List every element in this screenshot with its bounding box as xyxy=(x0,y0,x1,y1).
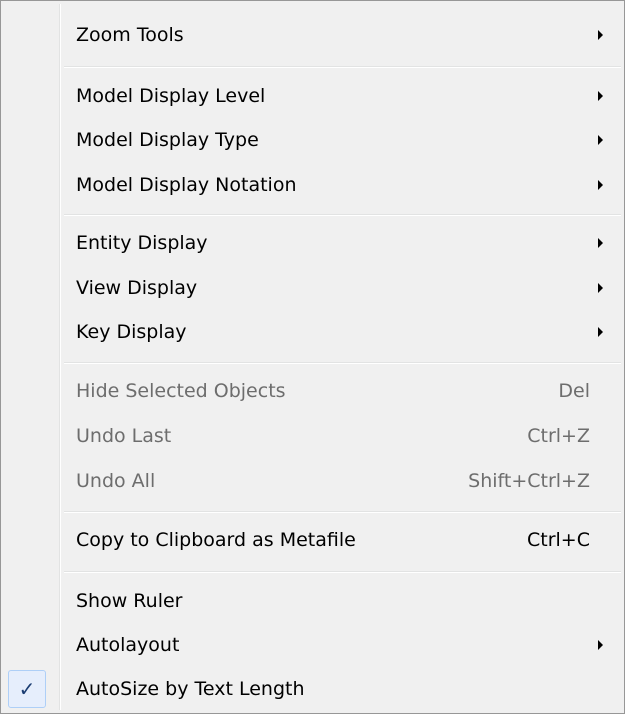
menu-separator xyxy=(64,571,621,573)
context-menu: Zoom Tools Model Display Level Model Dis… xyxy=(0,0,625,714)
menu-separator xyxy=(64,511,621,513)
menu-separator xyxy=(64,214,621,216)
menu-item-label: Undo All xyxy=(76,470,156,492)
submenu-arrow-icon xyxy=(598,180,603,190)
menu-item-model-display-level[interactable]: Model Display Level xyxy=(4,74,621,118)
submenu-arrow-icon xyxy=(598,30,603,40)
menu-item-view-display[interactable]: View Display xyxy=(4,266,621,310)
submenu-arrow-icon xyxy=(598,283,603,293)
menu-separator xyxy=(64,66,621,68)
menu-item-undo-all[interactable]: Undo All Shift+Ctrl+Z xyxy=(4,459,621,503)
submenu-arrow-icon xyxy=(598,135,603,145)
menu-item-key-display[interactable]: Key Display xyxy=(4,310,621,354)
submenu-arrow-icon xyxy=(598,91,603,101)
menu-item-shortcut: Shift+Ctrl+Z xyxy=(468,470,590,492)
menu-item-undo-last[interactable]: Undo Last Ctrl+Z xyxy=(4,414,621,458)
menu-item-model-display-notation[interactable]: Model Display Notation xyxy=(4,163,621,207)
menu-item-show-ruler[interactable]: Show Ruler xyxy=(4,579,621,623)
menu-item-label: Copy to Clipboard as Metafile xyxy=(76,529,356,551)
menu-item-shortcut: Ctrl+C xyxy=(527,529,590,551)
menu-item-label: Model Display Notation xyxy=(76,174,297,196)
submenu-arrow-icon xyxy=(598,327,603,337)
menu-item-autolayout[interactable]: Autolayout xyxy=(4,623,621,667)
menu-item-label: AutoSize by Text Length xyxy=(76,678,305,700)
menu-item-entity-display[interactable]: Entity Display xyxy=(4,221,621,265)
menu-item-label: Undo Last xyxy=(76,425,172,447)
checkmark-icon: ✓ xyxy=(18,677,36,701)
menu-item-copy-to-clipboard[interactable]: Copy to Clipboard as Metafile Ctrl+C xyxy=(4,518,621,562)
menu-item-label: Zoom Tools xyxy=(76,24,184,46)
menu-item-label: Entity Display xyxy=(76,232,208,254)
menu-item-label: Autolayout xyxy=(76,634,180,656)
menu-item-label: Key Display xyxy=(76,321,187,343)
menu-item-label: Hide Selected Objects xyxy=(76,380,286,402)
submenu-arrow-icon xyxy=(598,238,603,248)
menu-item-label: View Display xyxy=(76,277,198,299)
menu-item-shortcut: Ctrl+Z xyxy=(527,425,590,447)
menu-item-label: Model Display Level xyxy=(76,85,266,107)
menu-item-model-display-type[interactable]: Model Display Type xyxy=(4,118,621,162)
menu-item-zoom-tools[interactable]: Zoom Tools xyxy=(4,13,621,57)
submenu-arrow-icon xyxy=(598,640,603,650)
menu-separator xyxy=(64,362,621,364)
menu-item-label: Model Display Type xyxy=(76,129,259,151)
menu-item-label: Show Ruler xyxy=(76,590,183,612)
menu-item-autosize-by-text-length[interactable]: ✓ AutoSize by Text Length xyxy=(4,667,621,711)
menu-item-hide-selected-objects[interactable]: Hide Selected Objects Del xyxy=(4,369,621,413)
menu-item-shortcut: Del xyxy=(558,380,590,402)
